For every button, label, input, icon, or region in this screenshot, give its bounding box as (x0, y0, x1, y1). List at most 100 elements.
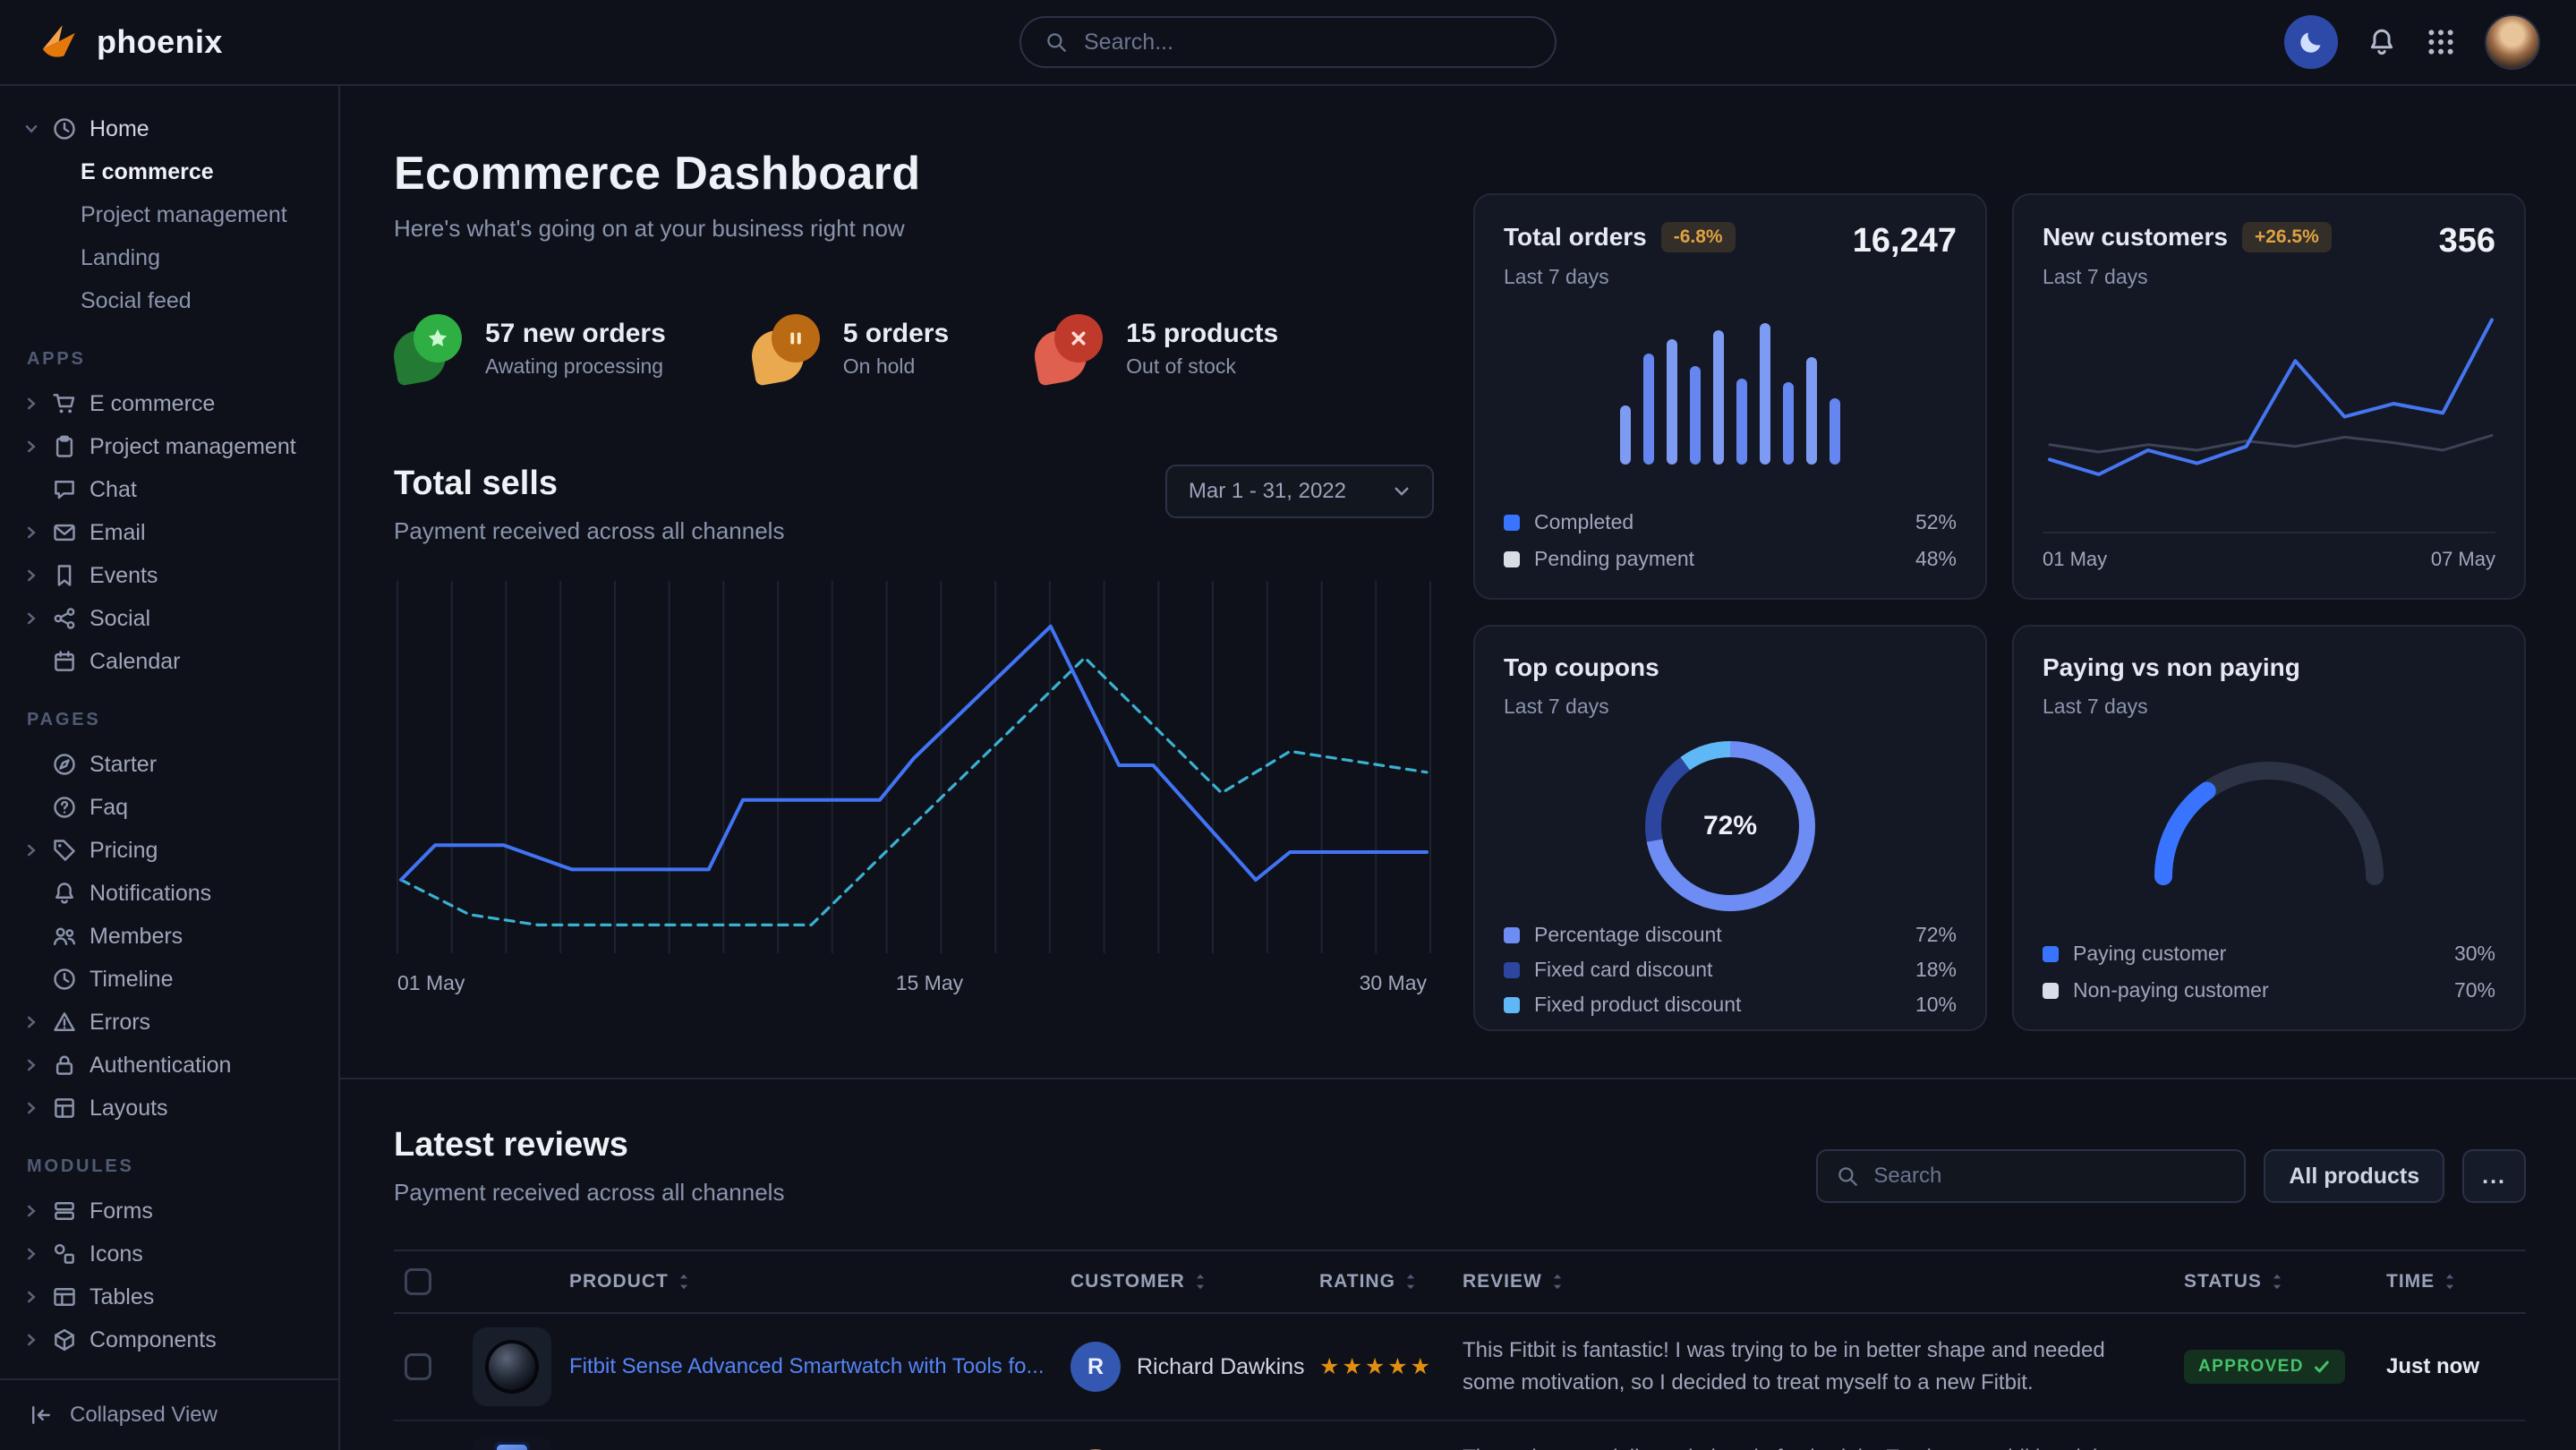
column-label: PRODUCT (569, 1271, 669, 1292)
sidebar-section-label: PAGES (27, 710, 320, 730)
legend-item-fixed-product-discount: Fixed product discount10% (1504, 993, 1957, 1017)
sidebar-item-calendar[interactable]: Calendar (23, 640, 320, 683)
user-avatar[interactable] (2485, 14, 2540, 70)
bell-icon (52, 881, 77, 906)
new-customers-value: 356 (2439, 222, 2495, 260)
top-navbar: phoenix (0, 0, 2576, 86)
stat-5-orders: 5 ordersOn hold (752, 314, 949, 382)
legend-label: Percentage discount (1534, 923, 1722, 947)
sidebar-item-starter[interactable]: Starter (23, 743, 320, 786)
date-range-select[interactable]: Mar 1 - 31, 2022 (1165, 465, 1434, 518)
global-search-input[interactable] (1084, 30, 1531, 55)
sort-icon (2444, 1272, 2456, 1292)
column-header-review[interactable]: REVIEW (1463, 1271, 2184, 1292)
column-header-status[interactable]: STATUS (2184, 1271, 2386, 1292)
sidebar-item-home[interactable]: Home (23, 107, 320, 150)
sort-icon (1404, 1272, 1417, 1292)
new-customers-line-chart (2043, 300, 2495, 517)
sort-icon (678, 1272, 690, 1292)
status-badge: APPROVED (2184, 1350, 2345, 1384)
sidebar-item-label: Timeline (90, 967, 174, 993)
column-header-time[interactable]: TIME (2386, 1271, 2526, 1292)
notifications-button[interactable] (2367, 27, 2397, 57)
column-header-customer[interactable]: CUSTOMER (1070, 1271, 1319, 1292)
product-thumbnail (473, 1435, 551, 1450)
shapes-icon (52, 1241, 77, 1267)
reviews-search[interactable] (1816, 1149, 2246, 1203)
sidebar-item-project-management[interactable]: Project management (23, 425, 320, 468)
sidebar-item-e-commerce[interactable]: E commerce (23, 382, 320, 425)
column-header-product[interactable]: PRODUCT (473, 1271, 1070, 1292)
legend-swatch (2043, 946, 2059, 962)
row-checkbox[interactable] (405, 1353, 431, 1380)
customer-name: Richard Dawkins (1137, 1354, 1305, 1380)
reviews-search-input[interactable] (1873, 1164, 2226, 1189)
legend-value: 30% (2454, 942, 2495, 966)
sidebar-item-icons[interactable]: Icons (23, 1232, 320, 1275)
column-header-rating[interactable]: RATING (1319, 1271, 1463, 1292)
moon-icon (2298, 29, 2324, 55)
sidebar-item-social-feed[interactable]: Social feed (23, 279, 320, 322)
sidebar-item-e-commerce[interactable]: E commerce (23, 150, 320, 193)
caret-spacer (23, 885, 39, 901)
sidebar-item-tables[interactable]: Tables (23, 1275, 320, 1318)
legend-item-pending-payment: Pending payment48% (1504, 547, 1957, 571)
reviews-title: Latest reviews (394, 1126, 784, 1164)
layout-icon (52, 1096, 77, 1121)
sidebar-item-components[interactable]: Components (23, 1318, 320, 1361)
sidebar-item-authentication[interactable]: Authentication (23, 1044, 320, 1087)
product-link[interactable]: Fitbit Sense Advanced Smartwatch with To… (569, 1354, 1044, 1379)
navbar-actions (2284, 14, 2540, 70)
phoenix-logo-icon (36, 20, 81, 64)
chat-icon (52, 477, 77, 502)
apps-grid-button[interactable] (2426, 27, 2456, 57)
x-label: 30 May (1360, 971, 1427, 995)
sidebar-item-members[interactable]: Members (23, 915, 320, 958)
sidebar-item-errors[interactable]: Errors (23, 1001, 320, 1044)
select-all-checkbox[interactable] (405, 1268, 431, 1295)
sidebar-item-chat[interactable]: Chat (23, 468, 320, 511)
stat-value: 57 new orders (485, 319, 666, 349)
latest-reviews-section: Latest reviews Payment received across a… (340, 1079, 2576, 1450)
sidebar-item-events[interactable]: Events (23, 554, 320, 597)
search-icon (1836, 1164, 1859, 1188)
global-search[interactable] (1019, 16, 1557, 68)
sidebar-item-landing[interactable]: Landing (23, 236, 320, 279)
all-products-button[interactable]: All products (2264, 1149, 2444, 1203)
reviews-controls: All products ... (1816, 1149, 2526, 1203)
x-label: 01 May (397, 971, 465, 995)
legend-value: 52% (1915, 510, 1957, 534)
sidebar-item-pricing[interactable]: Pricing (23, 829, 320, 872)
sidebar-item-project-management[interactable]: Project management (23, 193, 320, 236)
caret-right-icon (23, 1332, 39, 1348)
sidebar-item-email[interactable]: Email (23, 511, 320, 554)
brand[interactable]: phoenix (36, 20, 223, 64)
more-options-button[interactable]: ... (2462, 1149, 2526, 1203)
sidebar-item-notifications[interactable]: Notifications (23, 872, 320, 915)
reviews-subtitle: Payment received across all channels (394, 1179, 784, 1207)
warning-icon (52, 1010, 77, 1035)
order-bar (1830, 398, 1840, 465)
sidebar-item-social[interactable]: Social (23, 597, 320, 640)
sidebar-item-label: Social (90, 606, 150, 632)
legend-label: Fixed card discount (1534, 958, 1712, 982)
sidebar-item-label: Components (90, 1327, 217, 1353)
order-stats: 57 new ordersAwating processing5 ordersO… (394, 314, 1434, 382)
theme-toggle-button[interactable] (2284, 15, 2338, 69)
card-title: Paying vs non paying (2043, 653, 2300, 682)
page-subtitle: Here's what's going on at your business … (394, 215, 1434, 243)
sidebar-item-timeline[interactable]: Timeline (23, 958, 320, 1001)
legend-item-completed: Completed 52% (1504, 510, 1957, 534)
stat-blob (1035, 314, 1103, 382)
sidebar-item-faq[interactable]: Faq (23, 786, 320, 829)
sidebar-item-forms[interactable]: Forms (23, 1190, 320, 1232)
sidebar-item-layouts[interactable]: Layouts (23, 1087, 320, 1130)
table-icon (52, 1284, 77, 1309)
brand-text: phoenix (97, 23, 223, 61)
collapse-view-button[interactable]: Collapsed View (0, 1378, 338, 1450)
caret-right-icon (23, 1014, 39, 1030)
cube-icon (52, 1327, 77, 1352)
caret-spacer (23, 653, 39, 670)
legend-label: Completed (1534, 510, 1633, 534)
caret-right-icon (23, 396, 39, 412)
